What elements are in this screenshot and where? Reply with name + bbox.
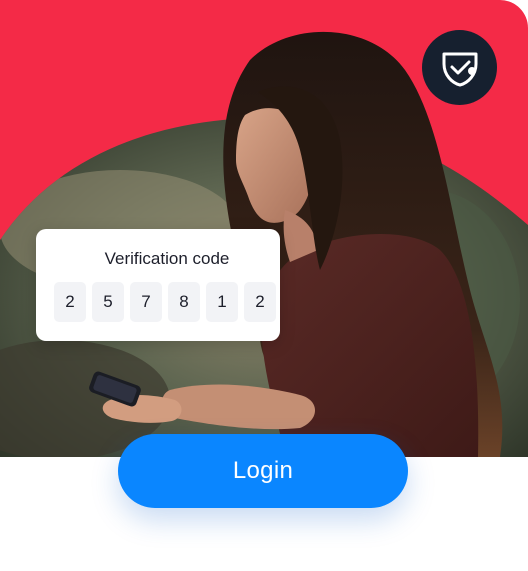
shield-check-icon <box>442 52 477 86</box>
code-digit-2[interactable]: 5 <box>92 282 124 322</box>
code-digit-3[interactable]: 7 <box>130 282 162 322</box>
verification-digits: 2 5 7 8 1 2 <box>54 282 276 322</box>
code-digit-4[interactable]: 8 <box>168 282 200 322</box>
code-digit-6[interactable]: 2 <box>244 282 276 322</box>
verification-promo: Verification code 2 5 7 8 1 2 Login <box>0 0 528 571</box>
shield-badge <box>422 30 497 105</box>
code-digit-5[interactable]: 1 <box>206 282 238 322</box>
login-button[interactable]: Login <box>118 434 408 508</box>
verification-title: Verification code <box>104 249 230 268</box>
code-digit-1[interactable]: 2 <box>54 282 86 322</box>
verification-card: Verification code 2 5 7 8 1 2 <box>36 229 280 341</box>
